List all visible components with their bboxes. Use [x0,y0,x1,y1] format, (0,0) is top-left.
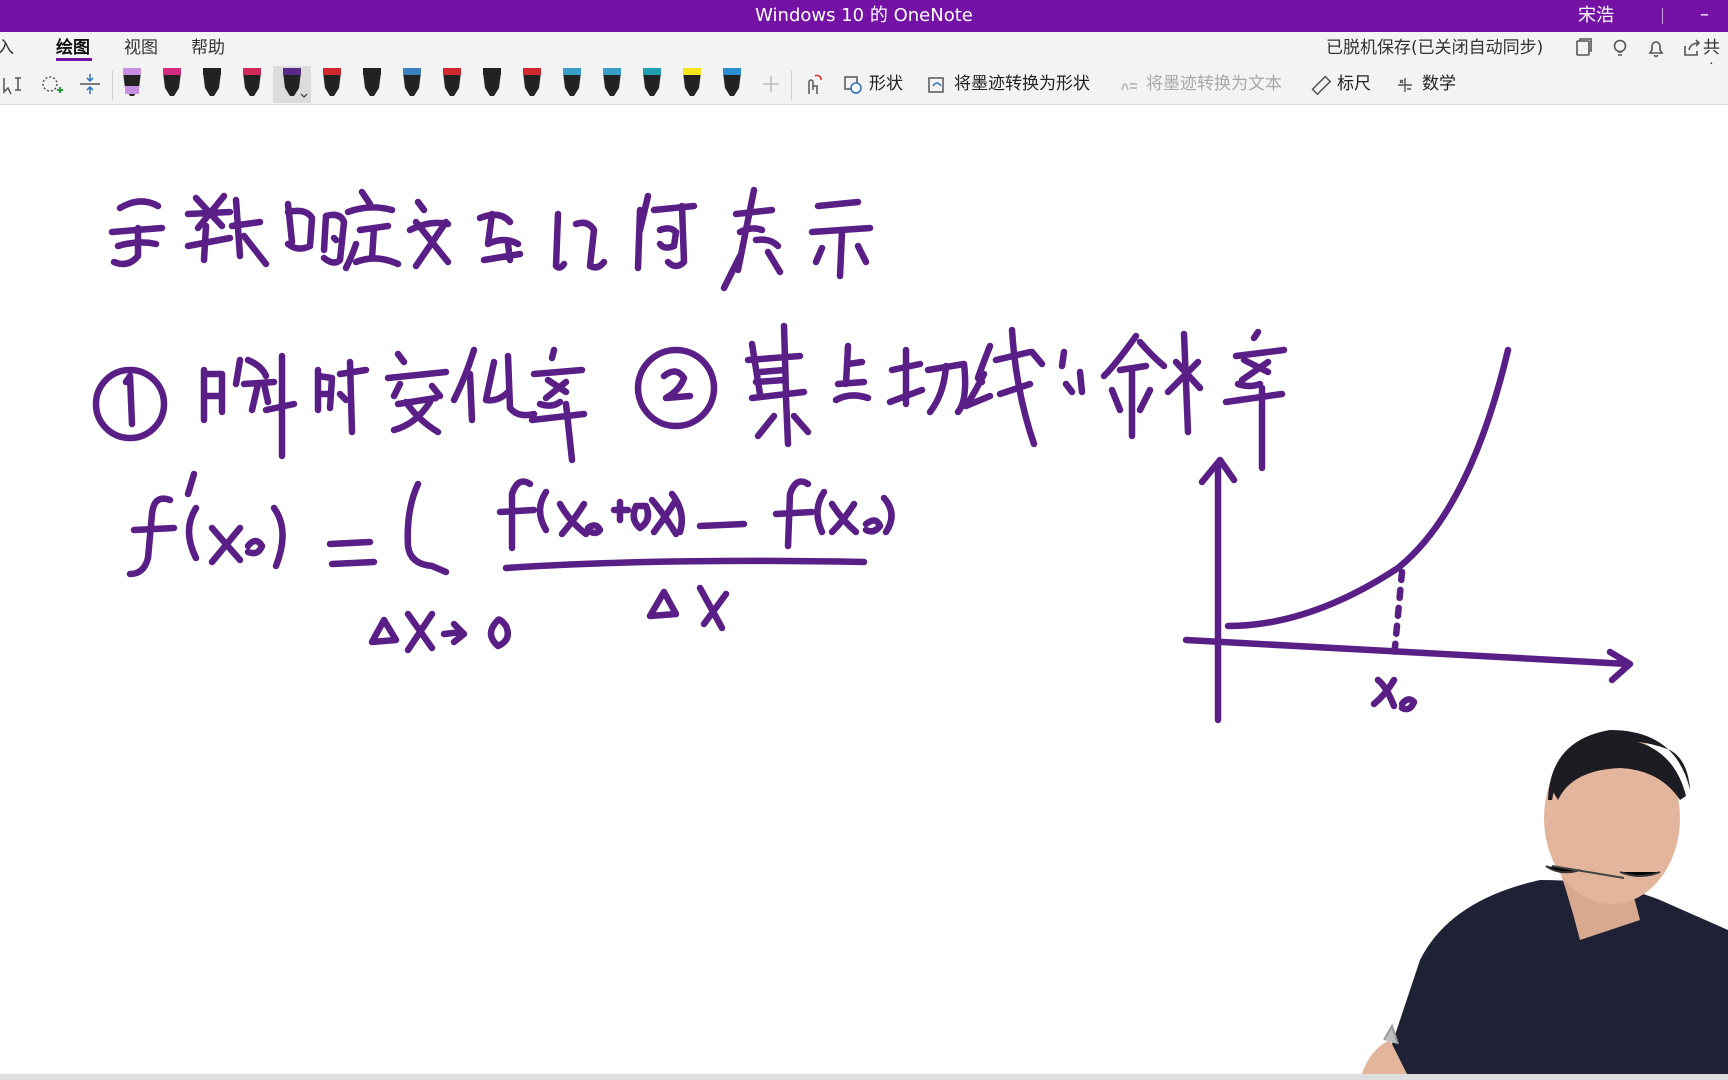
pen-13-icon[interactable] [603,68,621,96]
titlebar-divider [1662,8,1663,24]
minimize-button[interactable]: – [1700,0,1709,30]
math-icon [1398,78,1412,92]
add-pen-icon[interactable] [757,68,785,100]
tab-insert[interactable]: 插入 [0,36,14,60]
ink-to-text-button[interactable]: 将墨迹转换为文本 [1146,70,1282,98]
title-bar: Windows 10 的 OneNote 宋浩 – [0,0,1728,32]
app-title: Windows 10 的 OneNote [755,5,973,26]
ink-item-one [92,346,588,464]
toolbar-divider [791,70,792,100]
math-button[interactable]: 数学 [1422,70,1456,98]
ribbon-tabs: 插入 绘图 视图 帮助 已脱机保存(已关闭自动同步) 共享 [0,32,1728,82]
bell-icon[interactable] [1644,36,1668,60]
pen-6-icon[interactable] [323,68,341,96]
touch-draw-icon[interactable] [799,68,827,100]
ink-to-shape-button[interactable]: 将墨迹转换为形状 [954,70,1090,98]
pen-3-icon[interactable] [203,68,221,96]
notebook-icon[interactable] [1572,36,1596,60]
sync-status: 已脱机保存(已关闭自动同步) [1326,38,1544,58]
ink-to-shape-icon [928,77,944,93]
pen-7-icon[interactable] [363,68,381,96]
ink-item-two [634,322,1288,472]
tab-help[interactable]: 帮助 [191,36,225,60]
shapes-icon [844,76,862,94]
ink-to-text-icon [1121,83,1137,91]
tab-draw[interactable]: 绘图 [56,36,90,60]
pen-2-icon[interactable] [163,68,181,96]
ink-graph [1182,346,1634,724]
ink-title [108,186,874,292]
ink-drawing [92,186,1728,1075]
user-name[interactable]: 宋浩 [1578,0,1614,32]
pen-9-icon[interactable] [443,68,461,96]
page-canvas[interactable] [0,105,1728,1075]
pen-4-icon[interactable] [243,68,261,96]
share-icon[interactable] [1680,36,1704,60]
pen-gallery[interactable] [0,64,760,104]
shapes-button[interactable]: 形状 [869,70,903,98]
lightbulb-icon[interactable] [1608,36,1632,60]
pen-11-icon[interactable] [523,68,541,96]
pen-12-icon[interactable] [563,68,581,96]
ruler-button[interactable]: 标尺 [1337,70,1371,98]
ruler-icon [1311,75,1332,96]
active-tab-indicator [56,58,92,61]
pen-8-icon[interactable] [403,68,421,96]
tab-view[interactable]: 视图 [124,36,158,60]
pen-10-icon[interactable] [483,68,501,96]
pen-15-icon[interactable] [683,68,701,96]
pen-14-icon[interactable] [643,68,661,96]
page-bottom-edge [0,1074,1728,1080]
pen-1-icon[interactable] [123,68,141,96]
pen-16-icon[interactable] [723,68,741,96]
draw-toolbar: 形状 将墨迹转换为形状 将墨迹转换为文本 标尺 数学 [0,64,1728,105]
presenter-photo [1361,730,1728,1075]
pen-5-icon[interactable] [283,68,308,98]
ink-derivative-formula [126,470,895,654]
